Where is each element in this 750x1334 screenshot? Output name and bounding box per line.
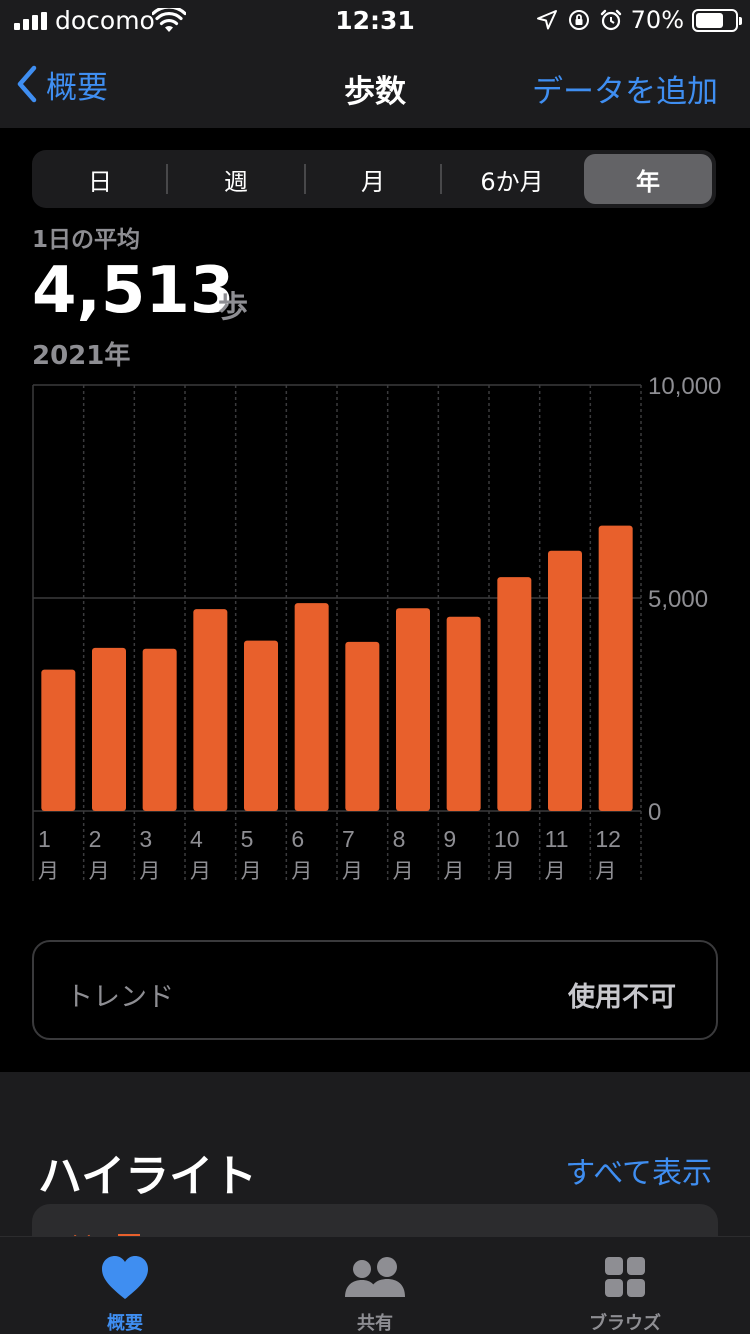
x-tick-label-unit: 月 bbox=[291, 859, 312, 883]
health-steps-screen: docomo 12:31 70% 概要 歩数 データを追加 日 週 月 6か月 … bbox=[0, 0, 750, 1334]
battery-percent: 70% bbox=[630, 6, 684, 34]
bar-6月 bbox=[294, 603, 329, 811]
people-icon bbox=[345, 1257, 405, 1297]
trend-label: トレンド bbox=[66, 982, 174, 1013]
summary-period: 2021年 bbox=[32, 341, 131, 371]
x-tick-label: 12 bbox=[595, 826, 621, 852]
bar-2月 bbox=[92, 647, 126, 811]
tab-browse[interactable]: ブラウズ bbox=[500, 1247, 750, 1334]
trend-card[interactable]: トレンド 使用不可 bbox=[32, 940, 718, 1040]
segment-divider bbox=[166, 164, 168, 194]
bar-9月 bbox=[446, 616, 481, 811]
x-tick-label-unit: 月 bbox=[38, 859, 59, 883]
x-tick-label-unit: 月 bbox=[89, 859, 110, 883]
segment-divider bbox=[304, 164, 306, 194]
navigation-bar: 概要 歩数 データを追加 bbox=[0, 40, 750, 128]
tab-label: ブラウズ bbox=[589, 1313, 661, 1334]
x-tick-label-unit: 月 bbox=[545, 859, 566, 883]
x-tick-label-unit: 月 bbox=[139, 859, 160, 883]
show-all-link[interactable]: すべて表示 bbox=[565, 1148, 712, 1192]
segment-six-months[interactable]: 6か月 bbox=[444, 154, 580, 204]
x-tick-label: 2 bbox=[89, 826, 102, 852]
x-tick-label-unit: 月 bbox=[393, 859, 414, 883]
bar-5月 bbox=[244, 640, 278, 811]
tab-sharing[interactable]: 共有 bbox=[250, 1247, 500, 1334]
bar-1月 bbox=[41, 669, 76, 811]
status-bar: docomo 12:31 70% bbox=[0, 0, 750, 40]
bar-4月 bbox=[193, 609, 228, 811]
trend-value: 使用不可 bbox=[568, 982, 676, 1013]
x-tick-label: 5 bbox=[241, 826, 254, 852]
bar-10月 bbox=[497, 577, 532, 811]
x-tick-label-unit: 月 bbox=[595, 859, 616, 883]
x-tick-label-unit: 月 bbox=[241, 859, 262, 883]
x-tick-label-unit: 月 bbox=[443, 859, 464, 883]
tab-label: 概要 bbox=[107, 1313, 143, 1334]
y-tick-label: 0 bbox=[648, 799, 661, 826]
y-tick-label: 5,000 bbox=[648, 586, 708, 613]
x-tick-label: 11 bbox=[545, 826, 569, 852]
heart-icon bbox=[102, 1256, 148, 1299]
tab-summary[interactable]: 概要 bbox=[0, 1247, 250, 1334]
segment-year[interactable]: 年 bbox=[584, 154, 712, 204]
segment-day[interactable]: 日 bbox=[36, 154, 164, 204]
segment-divider bbox=[440, 164, 442, 194]
summary-label: 1日の平均 bbox=[32, 227, 141, 253]
x-tick-label: 6 bbox=[291, 826, 304, 852]
x-tick-label-unit: 月 bbox=[190, 859, 211, 883]
summary-value: 4,513 bbox=[32, 254, 235, 328]
highlights-title: ハイライト bbox=[38, 1151, 258, 1202]
steps-bar-chart[interactable]: 0 5,000 10,000 1 月 2 月 3 月 4 月 5 月 6 月 7 月 8 月 9 月 10 月 11 月 12 月 bbox=[0, 370, 750, 890]
x-tick-label-unit: 月 bbox=[494, 859, 515, 883]
y-tick-label: 10,000 bbox=[648, 373, 721, 400]
x-tick-label: 4 bbox=[190, 826, 203, 852]
x-tick-label: 3 bbox=[139, 826, 152, 852]
bar-7月 bbox=[345, 641, 380, 811]
bar-12月 bbox=[598, 525, 633, 811]
orientation-lock-icon bbox=[568, 10, 589, 30]
tab-bar: 概要 共有 ブラウズ bbox=[0, 1236, 750, 1334]
bar-3月 bbox=[142, 648, 177, 811]
x-tick-label-unit: 月 bbox=[342, 859, 363, 883]
x-tick-label: 7 bbox=[342, 826, 355, 852]
summary-unit: 歩 bbox=[218, 290, 248, 325]
bar-11月 bbox=[548, 550, 582, 811]
x-tick-label: 8 bbox=[393, 826, 406, 852]
alarm-icon bbox=[600, 9, 621, 31]
period-segmented-control: 日 週 月 6か月 年 bbox=[32, 150, 716, 208]
bar-8月 bbox=[396, 608, 430, 811]
battery-icon bbox=[692, 8, 742, 32]
segment-month[interactable]: 月 bbox=[308, 154, 438, 204]
segment-week[interactable]: 週 bbox=[170, 154, 302, 204]
x-tick-label: 10 bbox=[494, 826, 520, 852]
battery-fill bbox=[696, 12, 723, 28]
tab-label: 共有 bbox=[357, 1313, 393, 1334]
location-icon bbox=[536, 10, 557, 30]
add-data-button[interactable]: データを追加 bbox=[532, 66, 718, 111]
x-tick-label: 1 bbox=[38, 826, 51, 852]
status-right-group: 70% bbox=[535, 6, 742, 34]
x-tick-label: 9 bbox=[443, 826, 456, 852]
grid-icon bbox=[605, 1257, 645, 1297]
